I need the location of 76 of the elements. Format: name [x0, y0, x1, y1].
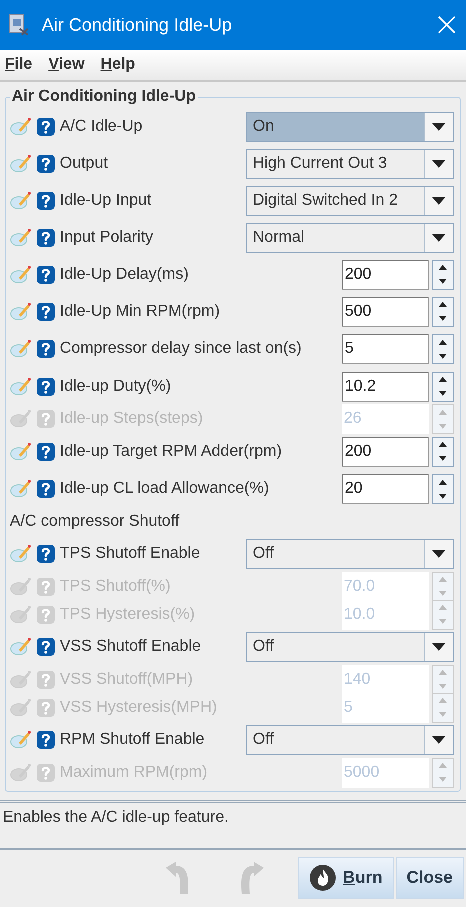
field-label: VSS Shutoff Enable — [60, 638, 202, 656]
help-icon[interactable] — [36, 190, 56, 210]
menu-item[interactable]: File — [5, 56, 33, 74]
field-label: A/C Idle-Up — [60, 118, 144, 136]
help-icon[interactable] — [36, 116, 56, 136]
caret-icon — [432, 234, 446, 242]
caret-icon — [432, 643, 446, 652]
menu-item[interactable]: Help — [100, 56, 136, 74]
dropdown[interactable]: Normal — [246, 222, 454, 252]
number-field[interactable]: 500 — [342, 296, 429, 327]
field-label: VSS Hysteresis(MPH) — [60, 698, 218, 717]
edit-icon[interactable] — [10, 698, 32, 718]
spinner-buttons[interactable] — [432, 260, 454, 290]
help-icon[interactable] — [36, 339, 56, 360]
help-icon[interactable] — [36, 376, 56, 397]
flame-icon — [309, 864, 338, 892]
edit-icon[interactable] — [10, 604, 32, 625]
field-label: Idle-Up Delay(ms) — [60, 266, 190, 284]
edit-icon[interactable] — [10, 576, 32, 597]
help-icon[interactable] — [36, 154, 56, 174]
help-icon[interactable] — [36, 544, 56, 564]
burn-button[interactable]: Burn — [298, 857, 394, 900]
help-icon[interactable] — [36, 302, 56, 322]
field-label: Idle-up Steps(steps) — [60, 410, 204, 428]
field-label: Compressor delay since last on(s) — [60, 340, 303, 358]
help-icon[interactable] — [36, 264, 56, 285]
close-button[interactable]: Close — [396, 857, 464, 900]
field-label: Idle-up Target RPM Adder(rpm) — [60, 442, 284, 461]
dropdown[interactable]: High Current Out 3 — [246, 148, 454, 178]
window-title: Air Conditioning Idle-Up — [42, 14, 234, 36]
spinner-buttons[interactable] — [432, 436, 454, 467]
number-field[interactable]: 200 — [342, 436, 429, 467]
dropdown[interactable]: Digital Switched In 2 — [246, 186, 454, 216]
dropdown[interactable]: On — [246, 112, 454, 142]
status-text: Enables the A/C idle-up feature. — [3, 808, 229, 826]
caret-icon — [432, 550, 446, 558]
help-icon[interactable] — [36, 637, 56, 658]
dropdown[interactable]: Off — [246, 539, 454, 570]
number-field[interactable]: 200 — [342, 260, 429, 290]
dropdown[interactable]: Off — [246, 632, 454, 662]
help-icon[interactable] — [36, 442, 56, 462]
field-label: Idle-Up Min RPM(rpm) — [60, 302, 222, 321]
help-icon[interactable] — [36, 730, 56, 750]
help-icon[interactable] — [36, 479, 56, 500]
edit-icon[interactable] — [10, 409, 32, 430]
caret-icon — [432, 122, 446, 130]
app-icon — [8, 13, 30, 37]
field-label: Output — [60, 154, 110, 172]
field-label: TPS Hysteresis(%) — [60, 606, 196, 624]
spinner-buttons[interactable] — [432, 296, 454, 327]
field-label: TPS Shutoff Enable — [60, 545, 202, 564]
caret-icon — [432, 160, 446, 168]
edit-icon[interactable] — [10, 670, 32, 690]
number-field[interactable]: 5 — [342, 334, 429, 364]
field-label: Idle-up Duty(%) — [60, 378, 172, 396]
caret-icon — [432, 196, 446, 204]
field-label: RPM Shutoff Enable — [60, 731, 206, 750]
field-label: TPS Shutoff(%) — [60, 578, 172, 596]
spinner-buttons[interactable] — [432, 474, 454, 504]
caret-icon — [432, 736, 446, 744]
spinner-buttons[interactable] — [432, 334, 454, 364]
spinner-buttons[interactable] — [432, 372, 454, 402]
group-title: Air Conditioning Idle-Up — [11, 88, 197, 106]
menu-item[interactable]: View — [48, 56, 85, 74]
close-icon[interactable] — [438, 16, 456, 34]
dropdown[interactable]: Off — [246, 725, 454, 756]
number-field[interactable]: 20 — [342, 474, 429, 504]
field-label: Input Polarity — [60, 228, 154, 246]
field-label: Idle-up CL load Allowance(%) — [60, 480, 270, 498]
field-label: VSS Shutoff(MPH) — [60, 670, 194, 689]
section-heading: A/C compressor Shutoff — [10, 512, 181, 532]
field-label: Idle-Up Input — [60, 192, 153, 210]
help-icon[interactable] — [36, 228, 56, 248]
number-field[interactable]: 10.2 — [342, 372, 429, 402]
field-label: Maximum RPM(rpm) — [60, 764, 209, 782]
edit-icon[interactable] — [10, 762, 32, 783]
